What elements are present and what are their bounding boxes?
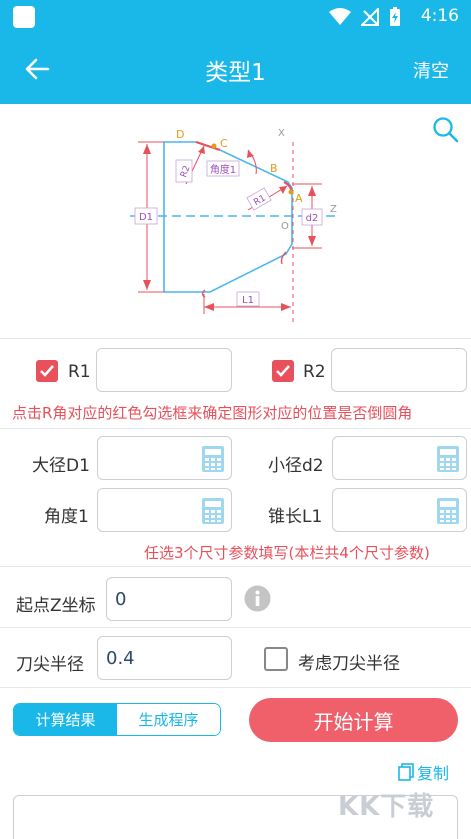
l1-input[interactable] bbox=[332, 488, 467, 532]
point-b: B bbox=[270, 162, 278, 175]
angle-label: 角度1 bbox=[44, 507, 89, 527]
d2-input[interactable] bbox=[332, 436, 467, 480]
signal-off-icon bbox=[361, 8, 379, 26]
diagram-label-d2: d2 bbox=[306, 213, 319, 224]
divider bbox=[0, 428, 471, 429]
copy-label: 复制 bbox=[417, 764, 450, 783]
clear-button[interactable]: 清空 bbox=[413, 57, 449, 83]
tool-radius-label: 刀尖半径 bbox=[16, 655, 84, 675]
start-calc-button[interactable]: 开始计算 bbox=[249, 698, 458, 742]
point-a: A bbox=[295, 192, 303, 205]
result-tabs: 计算结果 生成程序 bbox=[13, 703, 221, 736]
calculator-icon[interactable] bbox=[201, 497, 225, 525]
start-z-label: 起点Z坐标 bbox=[16, 596, 96, 616]
r2-input[interactable] bbox=[331, 348, 467, 392]
calculator-icon[interactable] bbox=[201, 445, 225, 473]
divider bbox=[0, 627, 471, 628]
status-bar: 4:16 bbox=[0, 0, 471, 34]
r1-input[interactable] bbox=[96, 348, 232, 392]
r1-checkbox[interactable] bbox=[36, 360, 58, 382]
calculator-icon[interactable] bbox=[436, 497, 460, 525]
diagram-label-angle: 角度1 bbox=[210, 163, 236, 176]
start-z-input[interactable]: 0 bbox=[106, 577, 232, 621]
d1-label: 大径D1 bbox=[32, 456, 90, 476]
r2-checkbox[interactable] bbox=[272, 360, 294, 382]
notification-icon bbox=[13, 6, 35, 28]
r1-label: R1 bbox=[68, 362, 91, 382]
consider-tool-radius-checkbox[interactable] bbox=[264, 647, 288, 671]
wifi-icon bbox=[329, 8, 351, 25]
app-bar: 类型1 清空 bbox=[0, 34, 471, 104]
divider bbox=[0, 338, 471, 339]
copy-button[interactable]: 复制 bbox=[398, 760, 449, 784]
page-title: 类型1 bbox=[205, 60, 266, 86]
diagram-label-d1: D1 bbox=[139, 212, 153, 223]
radius-hint: 点击R角对应的红色勾选框来确定图形对应的位置是否倒圆角 bbox=[12, 404, 413, 422]
search-icon[interactable] bbox=[432, 116, 460, 144]
copy-icon bbox=[398, 763, 414, 781]
watermark-logo: KK下载 bbox=[338, 792, 435, 822]
d2-label: 小径d2 bbox=[268, 456, 324, 476]
calculator-icon[interactable] bbox=[436, 445, 460, 473]
tool-radius-value: 0.4 bbox=[106, 648, 135, 669]
axis-x-label: X bbox=[278, 128, 285, 139]
tab-program[interactable]: 生成程序 bbox=[117, 704, 220, 735]
axis-z-label: Z bbox=[330, 204, 337, 215]
diagram-label-l1: L1 bbox=[242, 295, 254, 306]
status-time: 4:16 bbox=[420, 6, 459, 26]
dims-hint: 任选3个尺寸参数填写(本栏共4个尺寸参数) bbox=[144, 544, 430, 562]
angle-input[interactable] bbox=[97, 488, 232, 532]
part-diagram: D1 d2 L1 R2 角度1 R1 D C B A X Z O bbox=[130, 128, 338, 322]
start-z-value: 0 bbox=[115, 589, 127, 610]
r2-label: R2 bbox=[303, 362, 326, 382]
tool-radius-input[interactable]: 0.4 bbox=[97, 636, 232, 680]
divider bbox=[0, 687, 471, 688]
tab-result[interactable]: 计算结果 bbox=[14, 704, 117, 735]
point-d: D bbox=[176, 128, 184, 141]
l1-label: 锥长L1 bbox=[268, 507, 323, 527]
battery-charging-icon bbox=[390, 7, 400, 26]
status-icons bbox=[329, 6, 401, 28]
origin-label: O bbox=[281, 221, 289, 232]
info-icon[interactable] bbox=[244, 585, 271, 612]
divider bbox=[0, 566, 471, 567]
d1-input[interactable] bbox=[97, 436, 232, 480]
consider-tool-radius-label: 考虑刀尖半径 bbox=[298, 654, 400, 674]
point-c: C bbox=[220, 137, 228, 150]
